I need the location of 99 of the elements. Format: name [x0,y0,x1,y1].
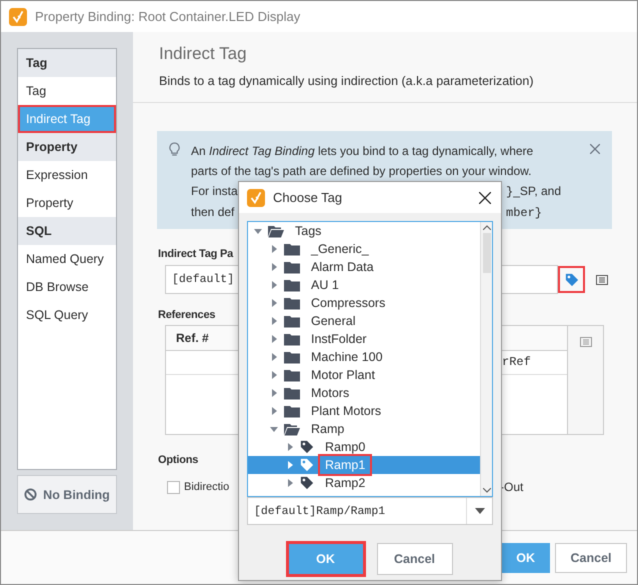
tree-label: General [310,313,356,329]
tree-label: Ramp1 [321,457,370,473]
folder-icon [284,386,300,400]
sidebar-item[interactable]: Tag [18,77,116,105]
folder-icon [284,278,300,292]
cancel-button[interactable]: Cancel [376,543,452,575]
scroll-thumb[interactable] [482,233,490,273]
info-text: parts of the tag's path are defined by properties on your window. [191,163,532,180]
caret-right-icon[interactable] [270,281,278,289]
info-text: For insta [191,183,238,200]
folder-icon [284,404,300,418]
caret-down-icon [474,508,484,514]
scroll-down-icon[interactable] [482,488,490,493]
folder-icon [284,260,300,274]
close-icon[interactable] [479,192,491,204]
checkbox[interactable] [167,480,180,494]
caret-down-icon[interactable] [254,227,262,235]
info-text: then def [191,204,234,221]
window-title: Property Binding: Root Container.LED Display [35,9,300,24]
cancel-button[interactable]: Cancel [555,543,627,573]
sidebar-item[interactable]: SQL Query [18,301,116,329]
tree-label: Plant Motors [310,403,382,419]
tree-item[interactable]: _Generic_ [248,240,480,258]
app-icon [9,8,27,26]
open-folder-icon [268,224,284,238]
tree-label: _Generic_ [310,241,370,257]
tag-path-dropdown[interactable]: [default]Ramp/Ramp1 [247,497,493,525]
sidebar-item[interactable]: Property [18,189,116,217]
caret-right-icon[interactable] [270,335,278,343]
no-binding-button[interactable]: No Binding [17,475,117,514]
caret-right-icon[interactable] [270,389,278,397]
tree-label: Ramp [310,421,346,437]
tree-item[interactable]: Machine 100 [248,348,480,366]
caret-right-icon[interactable] [286,461,294,469]
tree-label: Motors [310,385,350,401]
dialog-title: Choose Tag [273,190,344,205]
tree-item[interactable]: Motor Plant [248,366,480,384]
info-text: An Indirect Tag Binding lets you bind to a tag dynamically, where [191,143,534,160]
info-text: }_SP, and [506,183,562,201]
tree-item[interactable]: AU 1 [248,276,480,294]
caret-right-icon[interactable] [286,443,294,451]
panel-description: Binds to a tag dynamically using indirection (a.k.a parameterization) [159,74,534,88]
sidebar-item[interactable]: Named Query [18,245,116,273]
folder-icon [284,332,300,346]
caret-right-icon[interactable] [270,371,278,379]
tree-item[interactable]: General [248,312,480,330]
sidebar-item[interactable]: DB Browse [18,273,116,301]
scroll-up-icon[interactable] [482,225,490,230]
tree-label: Ramp2 [324,475,366,491]
sidebar-item[interactable]: Expression [18,161,116,189]
section-label: Options [158,454,198,466]
section-label: References [158,309,216,321]
caret-right-icon[interactable] [270,299,278,307]
tree-item[interactable]: Ramp0 [248,438,480,456]
tree-item[interactable]: Plant Motors [248,402,480,420]
lightbulb-icon [169,142,180,157]
panel-title: Indirect Tag [159,44,248,64]
tree-label: Alarm Data [310,259,375,275]
caret-down-icon[interactable] [270,425,278,433]
tree-label: Compressors [310,295,386,311]
caret-right-icon[interactable] [286,479,294,487]
folder-icon [284,242,300,256]
tree-item[interactable]: Ramp [248,420,480,438]
field-label: Indirect Tag Pa [158,248,234,260]
caret-right-icon[interactable] [270,263,278,271]
prohibited-icon [24,488,38,501]
folder-icon [284,368,300,382]
folder-icon [284,296,300,310]
caret-right-icon[interactable] [270,407,278,415]
tree-item[interactable]: Ramp2 [248,474,480,492]
caret-right-icon[interactable] [270,353,278,361]
group-header: Property [18,133,116,161]
open-folder-icon [284,422,300,436]
tree-item[interactable]: Tags [248,222,480,240]
column-header: Ref. # [175,331,209,345]
app-icon [247,188,265,206]
tag-icon [300,458,314,472]
tree-label: Machine 100 [310,349,384,365]
tree-item[interactable]: Compressors [248,294,480,312]
scrollbar[interactable] [480,222,492,496]
tag-icon [564,272,578,286]
tree-label: Motor Plant [310,367,376,383]
group-header: SQL [18,217,116,245]
checkbox-label: -Out [500,480,524,494]
tree-item[interactable]: InstFolder [248,330,480,348]
group-header: Tag [18,49,116,77]
list-icon[interactable] [596,274,608,284]
tree-label: Ramp0 [324,439,366,455]
tag-icon [300,440,314,454]
tree-label: InstFolder [310,331,368,347]
tree-item[interactable]: Alarm Data [248,258,480,276]
tree-item[interactable]: Motors [248,384,480,402]
tag-icon [300,476,314,490]
info-text: mber} [506,205,542,222]
tree-label: Tags [294,223,322,239]
checkbox-label: Bidirectio [184,481,230,493]
tree-label: AU 1 [310,277,340,293]
caret-right-icon[interactable] [270,245,278,253]
tag-browse-button[interactable] [558,266,585,293]
